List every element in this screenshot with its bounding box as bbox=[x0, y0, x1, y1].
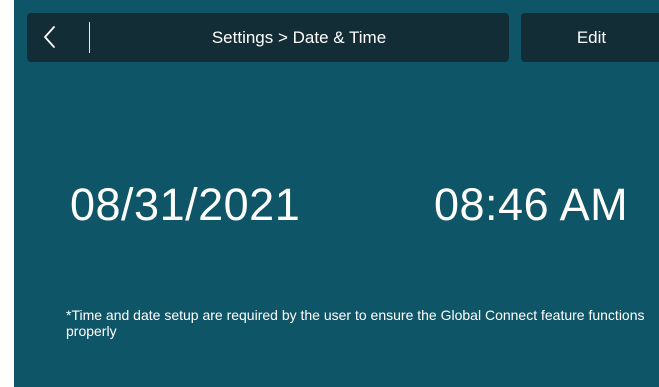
back-button[interactable] bbox=[27, 13, 89, 62]
footnote-text: *Time and date setup are required by the… bbox=[66, 307, 645, 339]
edit-button[interactable]: Edit bbox=[521, 13, 659, 62]
time-display: 08:46 AM bbox=[434, 179, 629, 230]
page-title: Settings > Date & Time bbox=[211, 28, 387, 47]
date-display: 08/31/2021 bbox=[70, 179, 301, 230]
date-time-screen: Settings > Date & Time Edit 08/31/2021 0… bbox=[14, 0, 659, 387]
chevron-left-icon bbox=[44, 26, 55, 48]
header-bar: Settings > Date & Time bbox=[27, 13, 509, 62]
